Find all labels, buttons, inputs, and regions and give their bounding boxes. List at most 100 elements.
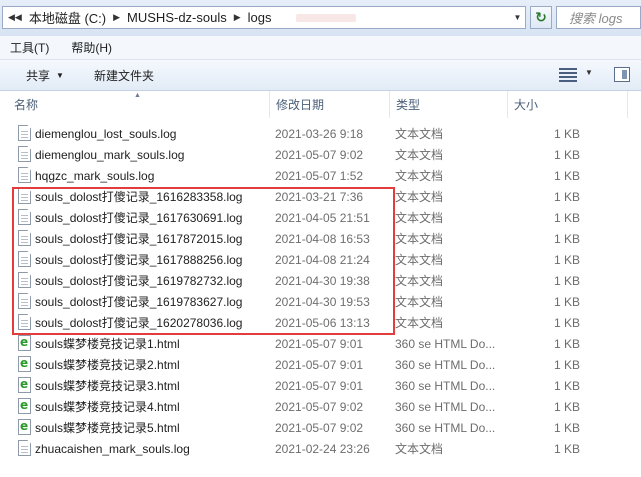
html-file-icon — [18, 335, 31, 351]
file-size: 1 KB — [553, 189, 580, 204]
file-row[interactable]: souls蝶梦楼竞技记录2.html 2021-05-07 9:01 360 se … — [0, 354, 641, 375]
file-type: 文本文档 — [395, 442, 444, 456]
chevron-down-icon: ▼ — [56, 70, 64, 80]
file-row[interactable]: hqgzc_mark_souls.log 2021-05-07 1:52 文本文档 1… — [0, 165, 641, 186]
html-file-icon — [18, 356, 31, 372]
file-row[interactable]: souls蝶梦楼竞技记录3.html 2021-05-07 9:01 360 se … — [0, 375, 641, 396]
new-folder-button[interactable]: 新建文件夹 — [94, 67, 154, 84]
file-type: 文本文档 — [395, 232, 444, 246]
share-button[interactable]: 共享 ▼ — [26, 67, 64, 84]
address-bar[interactable]: ◀◀ 本地磁盘 (C:) ▶ MUSHS-dz-souls ▶ logs — [2, 6, 526, 29]
file-name: zhuacaishen_mark_souls.log — [35, 441, 190, 456]
breadcrumb-drive[interactable]: 本地磁盘 (C:) — [27, 8, 108, 27]
html-file-icon — [18, 419, 31, 435]
file-size: 1 KB — [553, 294, 580, 309]
address-dropdown-icon[interactable]: ▼ — [510, 7, 525, 28]
file-size: 1 KB — [553, 441, 580, 456]
text-file-icon — [18, 230, 31, 246]
file-name: diemenglou_lost_souls.log — [35, 126, 177, 141]
column-type[interactable]: 类型 — [390, 91, 508, 118]
file-size: 1 KB — [553, 147, 580, 162]
file-name: hqgzc_mark_souls.log — [35, 168, 155, 183]
text-file-icon — [18, 440, 31, 456]
file-date: 2021-05-07 9:01 — [275, 357, 364, 372]
text-file-icon — [18, 314, 31, 330]
column-date[interactable]: 修改日期 — [270, 91, 390, 118]
view-options-icon[interactable] — [559, 68, 577, 82]
file-date: 2021-04-30 19:38 — [275, 273, 370, 288]
text-file-icon — [18, 293, 31, 309]
file-row[interactable]: zhuacaishen_mark_souls.log 2021-02-24 23:… — [0, 438, 641, 459]
view-dropdown-icon[interactable]: ▼ — [585, 68, 593, 77]
sort-ascending-icon: ▲ — [134, 92, 141, 99]
breadcrumb-chevron-icon[interactable]: ◀◀ — [3, 12, 27, 23]
file-row[interactable]: souls蝶梦楼竞技记录5.html 2021-05-07 9:02 360 se … — [0, 417, 641, 438]
file-size: 1 KB — [553, 168, 580, 183]
text-file-icon — [18, 209, 31, 225]
text-file-icon — [18, 251, 31, 267]
file-name: souls蝶梦楼竞技记录3.html — [35, 379, 180, 393]
column-name-label: 名称 — [14, 98, 39, 112]
blurred-region — [295, 13, 356, 22]
file-size: 1 KB — [553, 210, 580, 225]
breadcrumb-folder[interactable]: MUSHS-dz-souls — [125, 10, 229, 25]
file-date: 2021-05-07 9:02 — [275, 147, 364, 162]
file-row[interactable]: souls_dolost打傻记录_1617888256.log 2021-04-0… — [0, 249, 641, 270]
file-row[interactable]: souls_dolost打傻记录_1617630691.log 2021-04-0… — [0, 207, 641, 228]
refresh-icon: ↻ — [535, 9, 547, 25]
column-size[interactable]: 大小 — [508, 91, 628, 118]
file-row[interactable]: diemenglou_mark_souls.log 2021-05-07 9:02… — [0, 144, 641, 165]
file-date: 2021-04-08 21:24 — [275, 252, 370, 267]
file-row[interactable]: diemenglou_lost_souls.log 2021-03-26 9:18… — [0, 123, 641, 144]
breadcrumb-separator-icon[interactable]: ▶ — [229, 12, 246, 23]
file-size: 1 KB — [553, 336, 580, 351]
column-size-label: 大小 — [514, 98, 539, 112]
file-type: 360 se HTML Do... — [395, 336, 496, 351]
file-row[interactable]: souls_dolost打傻记录_1619783627.log 2021-04-3… — [0, 291, 641, 312]
file-size: 1 KB — [553, 399, 580, 414]
file-name: souls_dolost打傻记录_1617630691.log — [35, 211, 243, 225]
refresh-button[interactable]: ↻ — [530, 6, 552, 29]
file-type: 文本文档 — [395, 295, 444, 309]
file-size: 1 KB — [553, 357, 580, 372]
file-name: souls蝶梦楼竞技记录4.html — [35, 400, 180, 414]
file-date: 2021-04-30 19:53 — [275, 294, 370, 309]
file-name: souls蝶梦楼竞技记录5.html — [35, 421, 180, 435]
file-name: souls蝶梦楼竞技记录2.html — [35, 358, 180, 372]
file-size: 1 KB — [553, 315, 580, 330]
file-row[interactable]: souls_dolost打傻记录_1620278036.log 2021-05-0… — [0, 312, 641, 333]
file-row[interactable]: souls_dolost打傻记录_1616283358.log 2021-03-2… — [0, 186, 641, 207]
file-date: 2021-05-07 1:52 — [275, 168, 364, 183]
file-date: 2021-05-07 9:02 — [275, 420, 364, 435]
file-row[interactable]: souls蝶梦楼竞技记录4.html 2021-05-07 9:02 360 se … — [0, 396, 641, 417]
file-date: 2021-05-06 13:13 — [275, 315, 370, 330]
breadcrumb-current[interactable]: logs — [246, 10, 274, 25]
column-type-label: 类型 — [396, 98, 421, 112]
column-date-label: 修改日期 — [276, 98, 325, 112]
file-type: 文本文档 — [395, 169, 444, 183]
menu-help[interactable]: 帮助(H) — [71, 39, 112, 56]
file-row[interactable]: souls_dolost打傻记录_1617872015.log 2021-04-0… — [0, 228, 641, 249]
file-size: 1 KB — [553, 126, 580, 141]
file-date: 2021-04-05 21:51 — [275, 210, 370, 225]
column-headers: 名称 ▲ 修改日期 类型 大小 — [0, 91, 641, 118]
file-size: 1 KB — [553, 378, 580, 393]
file-row[interactable]: souls蝶梦楼竞技记录1.html 2021-05-07 9:01 360 se … — [0, 333, 641, 354]
file-type: 文本文档 — [395, 253, 444, 267]
file-type: 360 se HTML Do... — [395, 378, 496, 393]
file-row[interactable]: souls_dolost打傻记录_1619782732.log 2021-04-3… — [0, 270, 641, 291]
file-name: souls_dolost打傻记录_1619783627.log — [35, 295, 243, 309]
search-input[interactable]: 搜索 logs — [556, 6, 641, 29]
menu-tools[interactable]: 工具(T) — [10, 39, 49, 56]
file-date: 2021-03-21 7:36 — [275, 189, 364, 204]
preview-pane-icon[interactable] — [614, 67, 630, 82]
file-type: 360 se HTML Do... — [395, 357, 496, 372]
breadcrumb-separator-icon[interactable]: ▶ — [108, 12, 125, 23]
file-date: 2021-02-24 23:26 — [275, 441, 370, 456]
file-type: 文本文档 — [395, 316, 444, 330]
html-file-icon — [18, 398, 31, 414]
file-date: 2021-05-07 9:02 — [275, 399, 364, 414]
scrollbar-track[interactable] — [628, 118, 641, 477]
html-file-icon — [18, 377, 31, 393]
file-type: 文本文档 — [395, 274, 444, 288]
